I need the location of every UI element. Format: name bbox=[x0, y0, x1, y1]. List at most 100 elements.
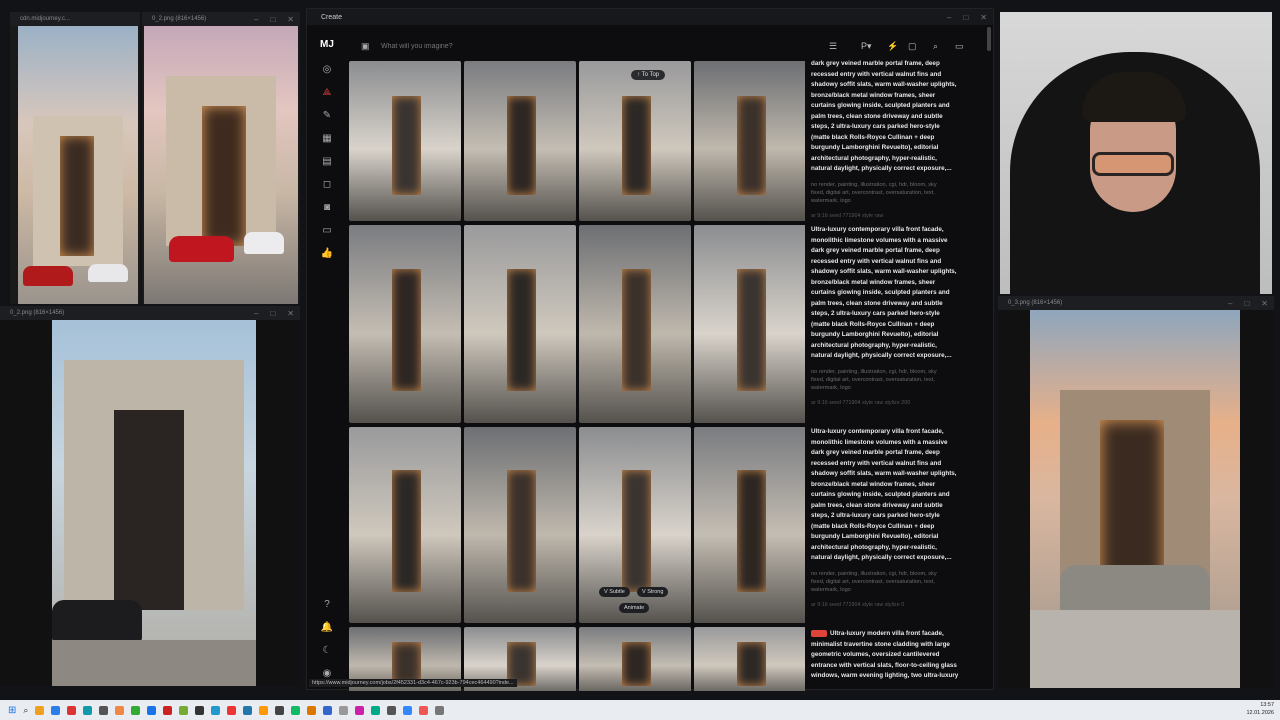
taskbar-app-icon[interactable] bbox=[179, 705, 189, 715]
windows-start-icon[interactable]: ⊞ bbox=[8, 705, 16, 716]
taskbar-app-icon[interactable] bbox=[339, 705, 349, 715]
taskbar-app-icon[interactable] bbox=[435, 705, 445, 715]
image-tile[interactable] bbox=[464, 61, 576, 221]
taskbar-app-icon[interactable] bbox=[147, 705, 157, 715]
taskbar-app-icon[interactable] bbox=[83, 705, 93, 715]
taskbar-app-icon[interactable] bbox=[99, 705, 109, 715]
image-tile[interactable] bbox=[694, 427, 805, 623]
maximize-icon[interactable]: □ bbox=[270, 309, 275, 318]
taskbar-app-icon[interactable] bbox=[259, 705, 269, 715]
taskbar-app-icon[interactable] bbox=[35, 705, 45, 715]
minimize-icon[interactable]: – bbox=[254, 309, 258, 318]
taskbar-app-icon[interactable] bbox=[419, 705, 429, 715]
taskbar-app-icon[interactable] bbox=[115, 705, 125, 715]
folder-icon[interactable]: ▭ bbox=[955, 41, 964, 52]
organize-icon[interactable]: ▦ bbox=[316, 127, 338, 150]
window-controls[interactable]: – □ ✕ bbox=[254, 306, 294, 320]
settings-icon[interactable]: ☰ bbox=[829, 41, 837, 52]
vary-subtle-button[interactable]: V Subtle bbox=[599, 587, 630, 597]
minimize-icon[interactable]: – bbox=[254, 15, 258, 24]
close-icon[interactable]: ✕ bbox=[287, 309, 294, 318]
mj-window-titlebar[interactable]: Create bbox=[307, 9, 993, 25]
taskbar-app-icon[interactable] bbox=[291, 705, 301, 715]
speed-icon[interactable]: ⚡ bbox=[887, 41, 898, 52]
vary-strong-button[interactable]: V Strong bbox=[637, 587, 669, 597]
image-tile[interactable] bbox=[464, 225, 576, 423]
taskbar-app-icon[interactable] bbox=[403, 705, 413, 715]
taskbar-app-icon[interactable] bbox=[323, 705, 333, 715]
tile-doorway bbox=[621, 96, 651, 196]
image-tile[interactable] bbox=[694, 627, 805, 691]
close-icon[interactable]: ✕ bbox=[980, 13, 987, 22]
close-icon[interactable]: ✕ bbox=[1261, 299, 1268, 308]
prompt-item[interactable]: Ultra-luxury contemporary villa front fa… bbox=[811, 427, 981, 629]
villa-image-car-red bbox=[169, 236, 234, 262]
search-icon[interactable]: ⌕ bbox=[933, 41, 938, 52]
window-controls[interactable]: – □ ✕ bbox=[254, 12, 294, 26]
taskbar-app-icon[interactable] bbox=[211, 705, 221, 715]
mj-logo[interactable]: MJ bbox=[320, 39, 334, 50]
maximize-icon[interactable]: □ bbox=[963, 13, 968, 22]
image-prompt-icon[interactable]: ▣ bbox=[361, 41, 370, 52]
close-icon[interactable]: ✕ bbox=[287, 15, 294, 24]
maximize-icon[interactable]: □ bbox=[270, 15, 275, 24]
prompt-item[interactable]: Ultra-luxury contemporary villa front fa… bbox=[811, 225, 981, 427]
maximize-icon[interactable]: □ bbox=[1244, 299, 1249, 308]
image-tile[interactable] bbox=[579, 225, 691, 423]
prompt-item[interactable]: dark grey veined marble portal frame, de… bbox=[811, 59, 981, 225]
animate-button[interactable]: Animate bbox=[619, 603, 650, 613]
prompt-item[interactable]: Ultra-luxury modern villa front facade, … bbox=[811, 629, 981, 682]
notifications-icon[interactable]: 🔔 bbox=[316, 616, 338, 639]
taskbar-app-icon[interactable] bbox=[307, 705, 317, 715]
taskbar-app-icon[interactable] bbox=[131, 705, 141, 715]
villa-image-entry bbox=[114, 410, 184, 610]
minimize-icon[interactable]: – bbox=[947, 13, 951, 22]
taskbar-app-icon[interactable] bbox=[275, 705, 285, 715]
image-tile[interactable] bbox=[579, 427, 691, 623]
prompt-input[interactable] bbox=[351, 36, 791, 56]
explore-icon[interactable]: ◎ bbox=[316, 58, 338, 81]
window-titlebar[interactable]: cdn.midjourney.c... bbox=[10, 12, 140, 26]
chat-icon[interactable]: ▭ bbox=[316, 219, 338, 242]
personalize-toggle-icon[interactable]: P▾ bbox=[861, 41, 872, 52]
chat-mode-icon[interactable]: ▢ bbox=[908, 41, 917, 52]
image-tile[interactable] bbox=[349, 427, 461, 623]
dark-mode-icon[interactable]: ☾ bbox=[316, 639, 338, 662]
taskbar-app-icon[interactable] bbox=[67, 705, 77, 715]
taskbar-app-icon[interactable] bbox=[371, 705, 381, 715]
clock[interactable]: 13:57 12.01.2026 bbox=[1246, 701, 1274, 717]
search-icon[interactable]: ⌕ bbox=[23, 705, 28, 716]
taskbar-app-icon[interactable] bbox=[163, 705, 173, 715]
clock-date: 12.01.2026 bbox=[1246, 710, 1274, 716]
window-controls[interactable]: – □ ✕ bbox=[1228, 296, 1268, 310]
taskbar-app-icon[interactable] bbox=[51, 705, 61, 715]
minimize-icon[interactable]: – bbox=[1228, 299, 1232, 308]
image-tile[interactable] bbox=[694, 61, 805, 221]
edit-icon[interactable]: ✎ bbox=[316, 104, 338, 127]
image-tile[interactable] bbox=[464, 427, 576, 623]
taskbar-app-icon[interactable] bbox=[387, 705, 397, 715]
taskbar-app-icon[interactable] bbox=[195, 705, 205, 715]
image-tile[interactable] bbox=[349, 61, 461, 221]
scrollbar[interactable] bbox=[987, 27, 991, 51]
image-tile[interactable] bbox=[349, 225, 461, 423]
image-tile[interactable] bbox=[579, 61, 691, 221]
villa-image-car bbox=[1060, 565, 1210, 615]
taskbar-app-icon[interactable] bbox=[243, 705, 253, 715]
villa-image-car-white bbox=[88, 264, 128, 282]
image-tile[interactable] bbox=[694, 225, 805, 423]
window-controls[interactable]: – □ ✕ bbox=[947, 10, 987, 24]
to-top-button[interactable]: ↑ To Top bbox=[631, 70, 666, 80]
video-icon[interactable]: ◙ bbox=[316, 196, 338, 219]
window-title: 0_3.png (816×1456) bbox=[1008, 300, 1063, 306]
help-icon[interactable]: ? bbox=[316, 593, 338, 616]
moodboard-icon[interactable]: ◻ bbox=[316, 173, 338, 196]
create-icon[interactable]: ⟁ bbox=[316, 81, 338, 104]
villa-image bbox=[52, 320, 256, 686]
taskbar-app-icon[interactable] bbox=[227, 705, 237, 715]
image-tile[interactable] bbox=[579, 627, 691, 691]
villa-image-entry bbox=[60, 136, 94, 256]
taskbar-app-icon[interactable] bbox=[355, 705, 365, 715]
personalize-icon[interactable]: ▤ bbox=[316, 150, 338, 173]
like-icon[interactable]: 👍 bbox=[316, 242, 338, 265]
